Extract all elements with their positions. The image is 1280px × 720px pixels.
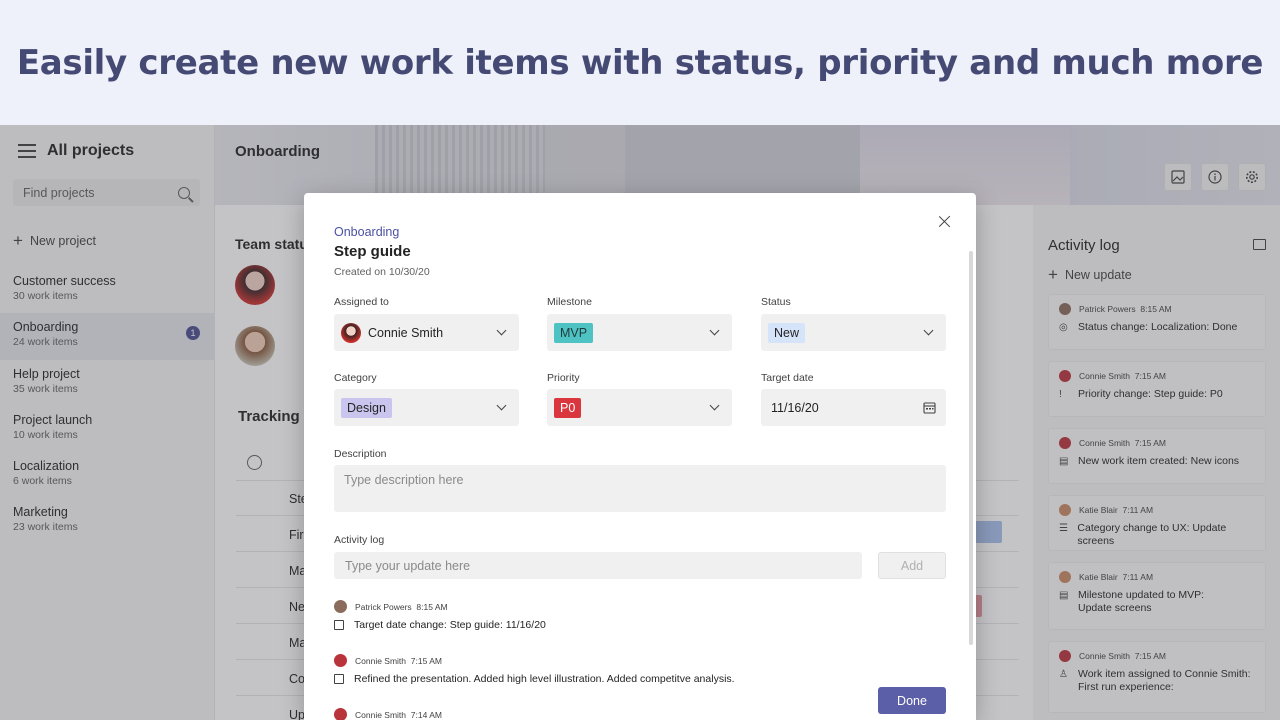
assigned-to-value: Connie Smith: [368, 325, 444, 340]
chevron-down-icon: [923, 325, 934, 336]
description-textarea[interactable]: Type description here: [334, 465, 946, 512]
description-label: Description: [334, 448, 387, 460]
priority-dropdown[interactable]: P0: [547, 389, 732, 426]
chevron-down-icon: [709, 400, 720, 411]
category-label: Category: [334, 372, 377, 384]
dialog-project-name: Onboarding: [334, 225, 400, 239]
dialog-title: Step guide: [334, 243, 411, 260]
activity-log-label: Activity log: [334, 534, 385, 546]
chevron-down-icon: [496, 400, 507, 411]
scrollbar[interactable]: [969, 251, 973, 645]
close-icon[interactable]: [938, 215, 952, 229]
priority-tag: P0: [554, 397, 582, 418]
log-entry: Patrick Powers 8:15 AM Target date chang…: [334, 600, 546, 631]
milestone-dropdown[interactable]: MVP: [547, 314, 732, 351]
status-tag: New: [768, 322, 806, 343]
hero-banner: Easily create new work items with status…: [0, 0, 1280, 125]
calendar-icon: [334, 620, 344, 630]
assigned-to-label: Assigned to: [334, 296, 389, 308]
avatar: [334, 654, 347, 667]
status-label: Status: [761, 296, 791, 308]
milestone-label: Milestone: [547, 296, 592, 308]
avatar: [334, 600, 347, 613]
hero-headline: Easily create new work items with status…: [16, 42, 1264, 83]
update-input[interactable]: Type your update here: [334, 552, 862, 579]
log-time: 7:14 AM: [410, 709, 442, 720]
done-button[interactable]: Done: [878, 687, 946, 714]
add-button[interactable]: Add: [878, 552, 946, 579]
avatar: [334, 708, 347, 720]
category-tag: Design: [341, 397, 392, 418]
log-time: 8:15 AM: [416, 601, 448, 612]
status-dropdown[interactable]: New: [761, 314, 946, 351]
chevron-down-icon: [496, 325, 507, 336]
assigned-to-dropdown[interactable]: Connie Smith: [334, 314, 519, 351]
calendar-icon[interactable]: [923, 401, 936, 414]
log-author: Patrick Powers: [355, 601, 412, 612]
log-entry: Connie Smith 7:15 AM Refined the present…: [334, 654, 735, 685]
log-entry: Connie Smith 7:14 AM: [334, 708, 442, 720]
chevron-down-icon: [709, 325, 720, 336]
log-author: Connie Smith: [355, 709, 407, 720]
log-author: Connie Smith: [355, 655, 407, 666]
milestone-tag: MVP: [554, 322, 594, 343]
work-item-dialog: Onboarding Step guide Created on 10/30/2…: [304, 193, 976, 720]
log-time: 7:15 AM: [410, 655, 442, 666]
target-date-label: Target date: [761, 372, 814, 384]
priority-label: Priority: [547, 372, 580, 384]
log-text: Refined the presentation. Added high lev…: [354, 673, 735, 685]
target-date-picker[interactable]: 11/16/20: [761, 389, 946, 426]
target-date-value: 11/16/20: [771, 400, 819, 415]
category-dropdown[interactable]: Design: [334, 389, 519, 426]
avatar: [341, 322, 361, 343]
note-icon: [334, 674, 344, 684]
created-date: Created on 10/30/20: [334, 266, 430, 278]
log-text: Target date change: Step guide: 11/16/20: [354, 619, 546, 631]
